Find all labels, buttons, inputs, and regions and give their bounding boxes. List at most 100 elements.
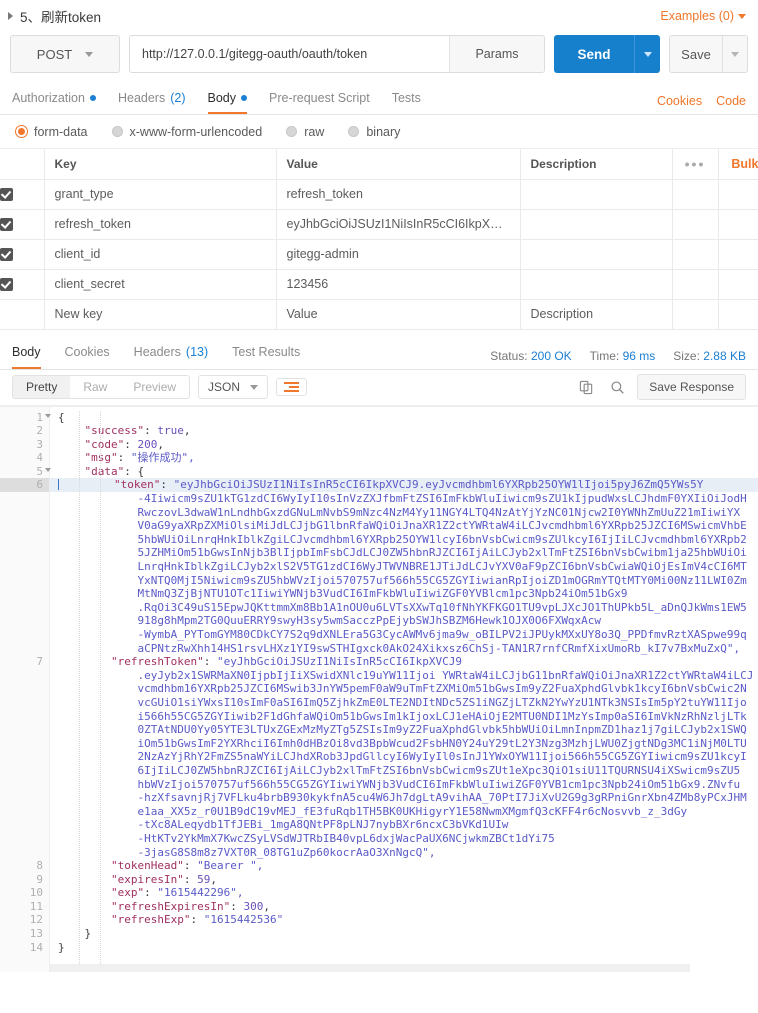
code-line: V0aG9yaXRpZXMiOlsiMiJdLCJjbG1lbnRfaWQiOi… bbox=[50, 519, 758, 533]
body-type-raw[interactable]: raw bbox=[286, 125, 324, 139]
request-tab-authorization[interactable]: Authorization bbox=[12, 85, 96, 114]
save-button[interactable]: Save bbox=[670, 36, 722, 72]
request-tab-body[interactable]: Body bbox=[208, 85, 248, 114]
row-key[interactable]: client_id bbox=[44, 239, 276, 269]
line-number bbox=[0, 628, 49, 642]
method-select[interactable]: POST bbox=[10, 35, 120, 73]
row-checkbox-cell[interactable] bbox=[0, 209, 44, 239]
line-number bbox=[0, 818, 49, 832]
code-line: .RqOi3C49uS15EpwJQKttmmXm8Bb1A1nOU0u6LVT… bbox=[50, 601, 758, 615]
row-checkbox[interactable] bbox=[0, 188, 13, 201]
code-line: MtNmQ3ZjBjNTU1OTc1IiwiYWNjb3VudCI6ImFkbW… bbox=[50, 587, 758, 601]
tab-label: Headers bbox=[134, 345, 181, 359]
tab-count-badge: (2) bbox=[170, 91, 185, 105]
request-tab-pre-request-script[interactable]: Pre-request Script bbox=[269, 85, 370, 114]
response-tab-test-results[interactable]: Test Results bbox=[232, 340, 300, 369]
row-description[interactable] bbox=[520, 209, 672, 239]
examples-label: Examples (0) bbox=[660, 9, 734, 23]
response-body-viewer[interactable]: 1234567891011121314 { "success": true, "… bbox=[0, 406, 758, 972]
format-select[interactable]: JSON bbox=[198, 375, 268, 399]
radio-icon[interactable] bbox=[286, 126, 297, 137]
horizontal-scrollbar[interactable] bbox=[50, 964, 758, 972]
new-key-input[interactable]: New key bbox=[44, 299, 276, 329]
tab-label: Cookies bbox=[65, 345, 110, 359]
radio-icon[interactable] bbox=[348, 126, 359, 137]
code-line: -HtKTv2YkMmX7KwcZSyLVSdWJTRbIB40vpL6dxjW… bbox=[50, 832, 758, 846]
response-tab-cookies[interactable]: Cookies bbox=[65, 340, 110, 369]
examples-dropdown[interactable]: Examples (0) bbox=[660, 9, 746, 23]
table-row[interactable]: client_idgitegg-admin bbox=[0, 239, 758, 269]
search-icon[interactable] bbox=[606, 378, 629, 397]
row-checkbox[interactable] bbox=[0, 218, 13, 231]
params-button[interactable]: Params bbox=[449, 36, 544, 72]
code-line: } bbox=[50, 927, 758, 941]
request-name-bar: 5、刷新token Examples (0) bbox=[0, 0, 758, 32]
request-tab-headers[interactable]: Headers(2) bbox=[118, 85, 186, 114]
code-line: RwczovL3dwaW1nLndhbGxzdGNuLmNvbS9mNzc4Nz… bbox=[50, 506, 758, 520]
row-key[interactable]: refresh_token bbox=[44, 209, 276, 239]
row-value[interactable]: refresh_token bbox=[276, 179, 520, 209]
cookies-link[interactable]: Cookies bbox=[657, 94, 702, 108]
view-mode-preview[interactable]: Preview bbox=[120, 376, 189, 398]
row-description[interactable] bbox=[520, 269, 672, 299]
table-new-row[interactable]: New keyValueDescription bbox=[0, 299, 758, 329]
new-value-input[interactable]: Value bbox=[276, 299, 520, 329]
row-description[interactable] bbox=[520, 179, 672, 209]
row-value[interactable]: 123456 bbox=[276, 269, 520, 299]
save-group: Save bbox=[669, 35, 748, 73]
row-checkbox-cell[interactable] bbox=[0, 269, 44, 299]
row-checkbox[interactable] bbox=[0, 248, 13, 261]
word-wrap-button[interactable] bbox=[276, 378, 307, 396]
line-number: 1 bbox=[0, 411, 49, 425]
row-checkbox-cell[interactable] bbox=[0, 179, 44, 209]
new-description-input[interactable]: Description bbox=[520, 299, 672, 329]
table-row[interactable]: grant_typerefresh_token bbox=[0, 179, 758, 209]
response-tabs: BodyCookiesHeaders(13)Test Results Statu… bbox=[0, 340, 758, 370]
save-response-button[interactable]: Save Response bbox=[637, 374, 746, 400]
table-row[interactable]: client_secret123456 bbox=[0, 269, 758, 299]
text-cursor bbox=[58, 479, 59, 490]
header-key: Key bbox=[44, 149, 276, 179]
view-mode-pretty[interactable]: Pretty bbox=[13, 376, 70, 398]
url-input[interactable] bbox=[130, 36, 449, 72]
response-code-content[interactable]: { "success": true, "code": 200, "msg": "… bbox=[50, 407, 758, 972]
send-button[interactable]: Send bbox=[554, 35, 634, 73]
line-number: 3 bbox=[0, 438, 49, 452]
row-end-cell bbox=[718, 209, 758, 239]
body-type-binary[interactable]: binary bbox=[348, 125, 400, 139]
copy-icon[interactable] bbox=[575, 378, 598, 397]
request-title-group[interactable]: 5、刷新token bbox=[8, 6, 101, 26]
request-tab-tests[interactable]: Tests bbox=[392, 85, 421, 114]
row-key[interactable]: grant_type bbox=[44, 179, 276, 209]
table-row[interactable]: refresh_tokeneyJhbGciOiJSUzI1NiIsInR5cCI… bbox=[0, 209, 758, 239]
code-line: YxNTQ0MjI5Niwicm9sZU5hbWVzIjoi570757uf56… bbox=[50, 574, 758, 588]
radio-icon[interactable] bbox=[112, 126, 123, 137]
collapse-triangle-icon[interactable] bbox=[8, 12, 13, 20]
response-tab-body[interactable]: Body bbox=[12, 340, 41, 369]
row-description[interactable] bbox=[520, 239, 672, 269]
row-value[interactable]: eyJhbGciOiJSUzI1NiIsInR5cCI6IkpXVCJ9… bbox=[276, 209, 520, 239]
row-checkbox[interactable] bbox=[0, 278, 13, 291]
line-number bbox=[0, 574, 49, 588]
wrap-line-1 bbox=[284, 382, 299, 384]
line-number bbox=[0, 546, 49, 560]
code-line: 918g8hMpm2TG0QuuERRY9swyH3sy5wmSacczPpEj… bbox=[50, 614, 758, 628]
send-options-button[interactable] bbox=[634, 35, 660, 73]
save-options-button[interactable] bbox=[722, 36, 747, 72]
row-key[interactable]: client_secret bbox=[44, 269, 276, 299]
row-value[interactable]: gitegg-admin bbox=[276, 239, 520, 269]
row-checkbox-cell[interactable] bbox=[0, 239, 44, 269]
body-type-x-www-form-urlencoded[interactable]: x-www-form-urlencoded bbox=[112, 125, 263, 139]
code-link[interactable]: Code bbox=[716, 94, 746, 108]
body-type-form-data[interactable]: form-data bbox=[16, 125, 88, 139]
response-tabs-list: Body Cookies Headers(13) Test Results bbox=[12, 340, 300, 369]
scrollbar-thumb[interactable] bbox=[50, 964, 690, 972]
bulk-edit-button[interactable]: Bulk Edit bbox=[718, 149, 758, 179]
tab-dot-indicator bbox=[241, 95, 247, 101]
line-number bbox=[0, 696, 49, 710]
code-line: vcmdhbm16YXRpb25JZCI6MSwib3JnYW5pemF0aW9… bbox=[50, 682, 758, 696]
response-tab-headers[interactable]: Headers(13) bbox=[134, 340, 208, 369]
more-options-icon[interactable]: ••• bbox=[672, 149, 718, 179]
view-mode-raw[interactable]: Raw bbox=[70, 376, 120, 398]
radio-icon[interactable] bbox=[16, 126, 27, 137]
